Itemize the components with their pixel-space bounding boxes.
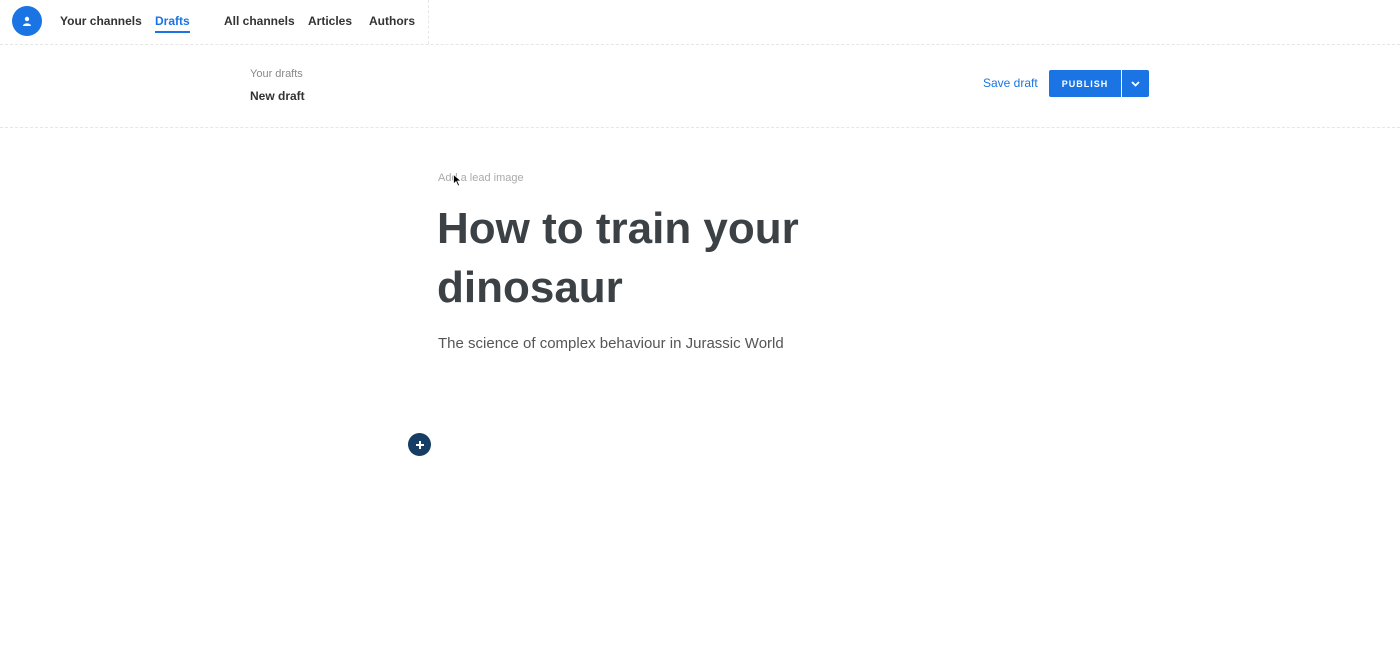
nav-drafts[interactable]: Drafts xyxy=(155,14,190,33)
nav-divider xyxy=(428,0,429,44)
plus-icon xyxy=(415,440,424,449)
add-block-button[interactable] xyxy=(408,433,431,456)
article-title-field[interactable]: How to train your dinosaur xyxy=(437,199,857,317)
add-lead-image-link[interactable]: Add a lead image xyxy=(438,172,524,184)
article-subtitle-field[interactable]: The science of complex behaviour in Jura… xyxy=(438,335,784,352)
page-title: New draft xyxy=(250,89,305,103)
nav-authors[interactable]: Authors xyxy=(369,14,415,28)
nav-your-channels[interactable]: Your channels xyxy=(60,14,142,28)
chevron-down-icon xyxy=(1131,80,1140,87)
publish-button[interactable]: PUBLISH xyxy=(1049,70,1121,97)
user-avatar-button[interactable] xyxy=(12,6,42,36)
top-navigation: Your channels Drafts All channels Articl… xyxy=(0,0,1400,45)
publish-options-button[interactable] xyxy=(1122,70,1149,97)
draft-header: Your drafts New draft Save draft PUBLISH xyxy=(0,45,1400,128)
mouse-cursor-icon xyxy=(453,174,462,187)
user-icon xyxy=(23,16,31,26)
save-draft-button[interactable]: Save draft xyxy=(983,76,1038,90)
breadcrumb[interactable]: Your drafts xyxy=(250,68,303,80)
nav-articles[interactable]: Articles xyxy=(308,14,352,28)
nav-all-channels[interactable]: All channels xyxy=(224,14,295,28)
